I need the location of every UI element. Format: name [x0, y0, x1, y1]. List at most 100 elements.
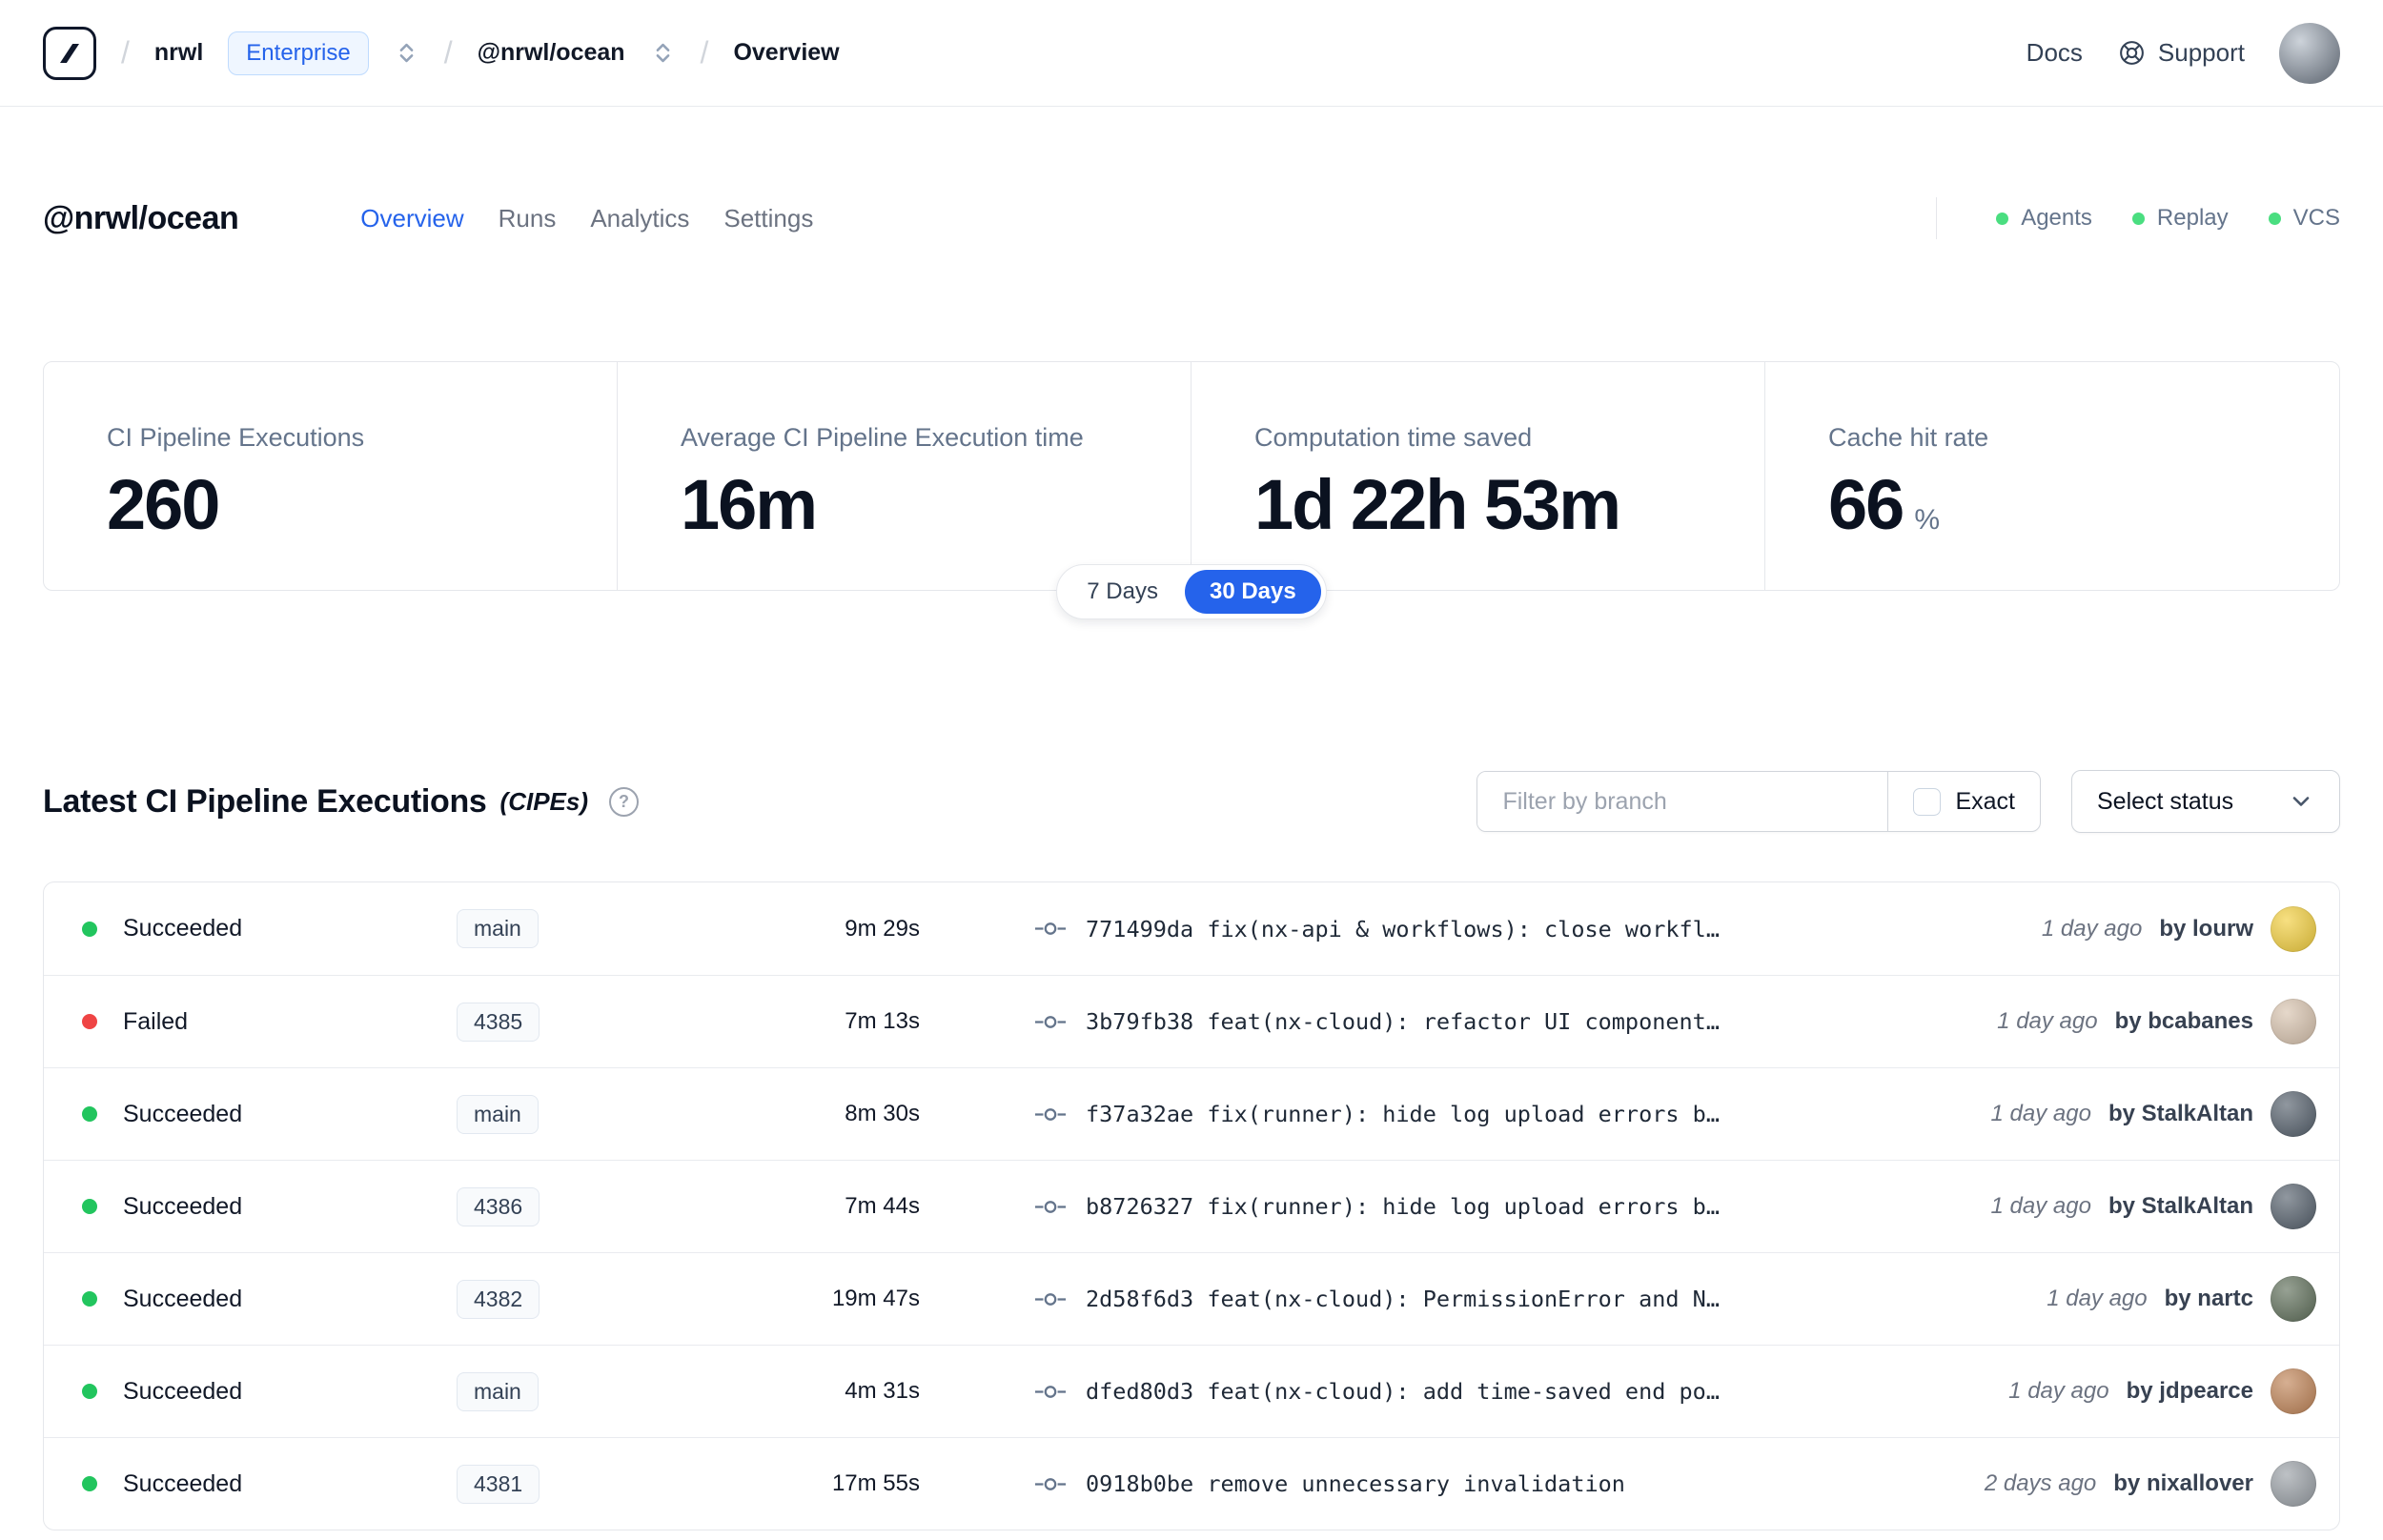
main-content: @nrwl/ocean Overview Runs Analytics Sett…	[0, 197, 2383, 1530]
commit-text[interactable]: b8726327 fix(runner): hide log upload er…	[1086, 1193, 1720, 1220]
cipes-controls: Exact Select status	[1477, 770, 2340, 833]
row-avatar	[2271, 1461, 2316, 1507]
status-dot	[82, 1199, 97, 1214]
branch-cell: 4381	[457, 1464, 710, 1504]
commit-text[interactable]: 0918b0be remove unnecessary invalidation	[1086, 1470, 1625, 1497]
breadcrumb-page: Overview	[733, 39, 840, 66]
git-commit-icon	[1034, 1385, 1067, 1398]
cipe-table: Succeeded main 9m 29s 771499da fix(nx-ap…	[43, 881, 2340, 1530]
breadcrumb-org[interactable]: nrwl	[154, 39, 203, 67]
stat-number: 66	[1828, 465, 1904, 544]
time-ago: 1 day ago	[1997, 1008, 2098, 1034]
breadcrumb-workspace[interactable]: @nrwl/ocean	[478, 39, 625, 67]
branch-badge[interactable]: main	[457, 1094, 539, 1134]
tab-overview[interactable]: Overview	[360, 204, 463, 233]
nav-actions: Docs Support	[2027, 22, 2340, 84]
duration: 17m 55s	[831, 1470, 920, 1496]
time-ago: 1 day ago	[1990, 1101, 2091, 1126]
tab-settings[interactable]: Settings	[723, 204, 813, 233]
cipe-row[interactable]: Succeeded 4386 7m 44s b8726327 fix(runne…	[44, 1160, 2339, 1252]
row-avatar	[2271, 1184, 2316, 1229]
author: by jdpearce	[2126, 1378, 2253, 1404]
branch-cell: 4386	[457, 1186, 710, 1226]
status-select-button[interactable]: Select status	[2071, 770, 2340, 833]
branch-badge[interactable]: main	[457, 1371, 539, 1411]
git-commit-icon	[1034, 1015, 1067, 1028]
commit-cell: 0918b0be remove unnecessary invalidation	[1034, 1470, 1956, 1497]
range-7-days-button[interactable]: 7 Days	[1062, 570, 1183, 614]
status-select-label: Select status	[2097, 787, 2234, 815]
cipe-row[interactable]: Succeeded main 9m 29s 771499da fix(nx-ap…	[44, 882, 2339, 975]
branch-badge[interactable]: 4385	[457, 1002, 540, 1042]
user-avatar[interactable]	[2279, 22, 2340, 84]
commit-text[interactable]: 3b79fb38 feat(nx-cloud): refactor UI com…	[1086, 1008, 1720, 1035]
cipe-row[interactable]: Succeeded main 8m 30s f37a32ae fix(runne…	[44, 1067, 2339, 1160]
exact-label: Exact	[1955, 787, 2015, 815]
exact-checkbox[interactable]	[1913, 787, 1942, 816]
status-label: VCS	[2292, 205, 2340, 231]
cipe-row[interactable]: Succeeded 4382 19m 47s 2d58f6d3 feat(nx-…	[44, 1252, 2339, 1345]
range-30-days-button[interactable]: 30 Days	[1184, 570, 1321, 614]
branch-badge[interactable]: main	[457, 909, 539, 948]
stat-label: Average CI Pipeline Execution time	[681, 423, 1084, 452]
status-replay[interactable]: Replay	[2131, 205, 2229, 232]
cipe-row[interactable]: Failed 4385 7m 13s 3b79fb38 feat(nx-clou…	[44, 975, 2339, 1067]
status-label: Succeeded	[123, 915, 243, 942]
help-icon[interactable]: ?	[609, 786, 640, 817]
tab-runs[interactable]: Runs	[499, 204, 557, 233]
duration: 8m 30s	[845, 1101, 920, 1126]
branch-badge[interactable]: 4381	[457, 1464, 540, 1504]
cipe-row[interactable]: Succeeded 4381 17m 55s 0918b0be remove u…	[44, 1437, 2339, 1530]
support-link[interactable]: Support	[2117, 38, 2245, 68]
breadcrumb-separator: /	[700, 35, 709, 70]
stat-value: 16m	[681, 465, 818, 544]
author: by StalkAltan	[2108, 1193, 2253, 1219]
commit-text[interactable]: f37a32ae fix(runner): hide log upload er…	[1086, 1101, 1720, 1127]
time-ago: 1 day ago	[2047, 1286, 2148, 1311]
commit-cell: 2d58f6d3 feat(nx-cloud): PermissionError…	[1034, 1286, 2018, 1312]
git-commit-icon	[1034, 1200, 1067, 1213]
git-commit-icon	[1034, 922, 1067, 935]
branch-badge[interactable]: 4382	[457, 1279, 540, 1319]
row-meta: 2 days ago by nixallover	[1956, 1461, 2316, 1507]
row-meta: 1 day ago by lourw	[2013, 905, 2316, 952]
status-dot	[82, 1476, 97, 1491]
org-switcher-icon[interactable]	[394, 40, 419, 66]
stat-suffix: %	[1914, 504, 1940, 536]
author: by nartc	[2164, 1286, 2253, 1311]
status-agents[interactable]: Agents	[1996, 205, 2092, 232]
git-commit-icon	[1034, 1477, 1067, 1490]
status-label: Agents	[2021, 205, 2092, 231]
status-vcs[interactable]: VCS	[2268, 205, 2340, 232]
workspace-switcher-icon[interactable]	[650, 40, 676, 66]
top-nav: / nrwl Enterprise / @nrwl/ocean / Overvi…	[0, 0, 2383, 107]
stat-value: 260	[107, 465, 220, 544]
branch-badge[interactable]: 4386	[457, 1186, 540, 1226]
commit-cell: f37a32ae fix(runner): hide log upload er…	[1034, 1101, 1963, 1127]
branch-cell: 4385	[457, 1002, 710, 1042]
commit-text[interactable]: dfed80d3 feat(nx-cloud): add time-saved …	[1086, 1378, 1720, 1405]
branch-cell: main	[457, 1371, 710, 1411]
vertical-divider	[1936, 197, 1938, 239]
row-avatar	[2271, 1368, 2316, 1414]
duration: 7m 44s	[845, 1193, 920, 1219]
tab-analytics[interactable]: Analytics	[590, 204, 689, 233]
nx-cloud-logo[interactable]	[43, 26, 96, 80]
row-meta: 1 day ago by bcabanes	[1968, 999, 2316, 1044]
cipe-row[interactable]: Succeeded main 4m 31s dfed80d3 feat(nx-c…	[44, 1345, 2339, 1437]
status-label: Replay	[2156, 205, 2229, 231]
commit-text[interactable]: 771499da fix(nx-api & workflows): close …	[1086, 916, 1720, 942]
workspace-header: @nrwl/ocean Overview Runs Analytics Sett…	[43, 197, 2340, 239]
stat-value: 1d 22h 53m	[1254, 465, 1621, 544]
section-title-suffix: (CIPEs)	[499, 786, 589, 816]
branch-filter-input[interactable]	[1477, 772, 1888, 831]
date-range-toggle-wrap: 7 Days 30 Days	[43, 564, 2340, 619]
stats-cards: CI Pipeline Executions 260 Average CI Pi…	[43, 361, 2340, 591]
docs-link[interactable]: Docs	[2027, 38, 2083, 68]
commit-text[interactable]: 2d58f6d3 feat(nx-cloud): PermissionError…	[1086, 1286, 1720, 1312]
commit-cell: 771499da fix(nx-api & workflows): close …	[1034, 916, 2013, 942]
commit-cell: 3b79fb38 feat(nx-cloud): refactor UI com…	[1034, 1008, 1968, 1035]
stat-ci-pipeline-executions: CI Pipeline Executions 260	[44, 362, 618, 590]
stat-label: Cache hit rate	[1828, 423, 1989, 452]
date-range-toggle: 7 Days 30 Days	[1056, 564, 1327, 619]
